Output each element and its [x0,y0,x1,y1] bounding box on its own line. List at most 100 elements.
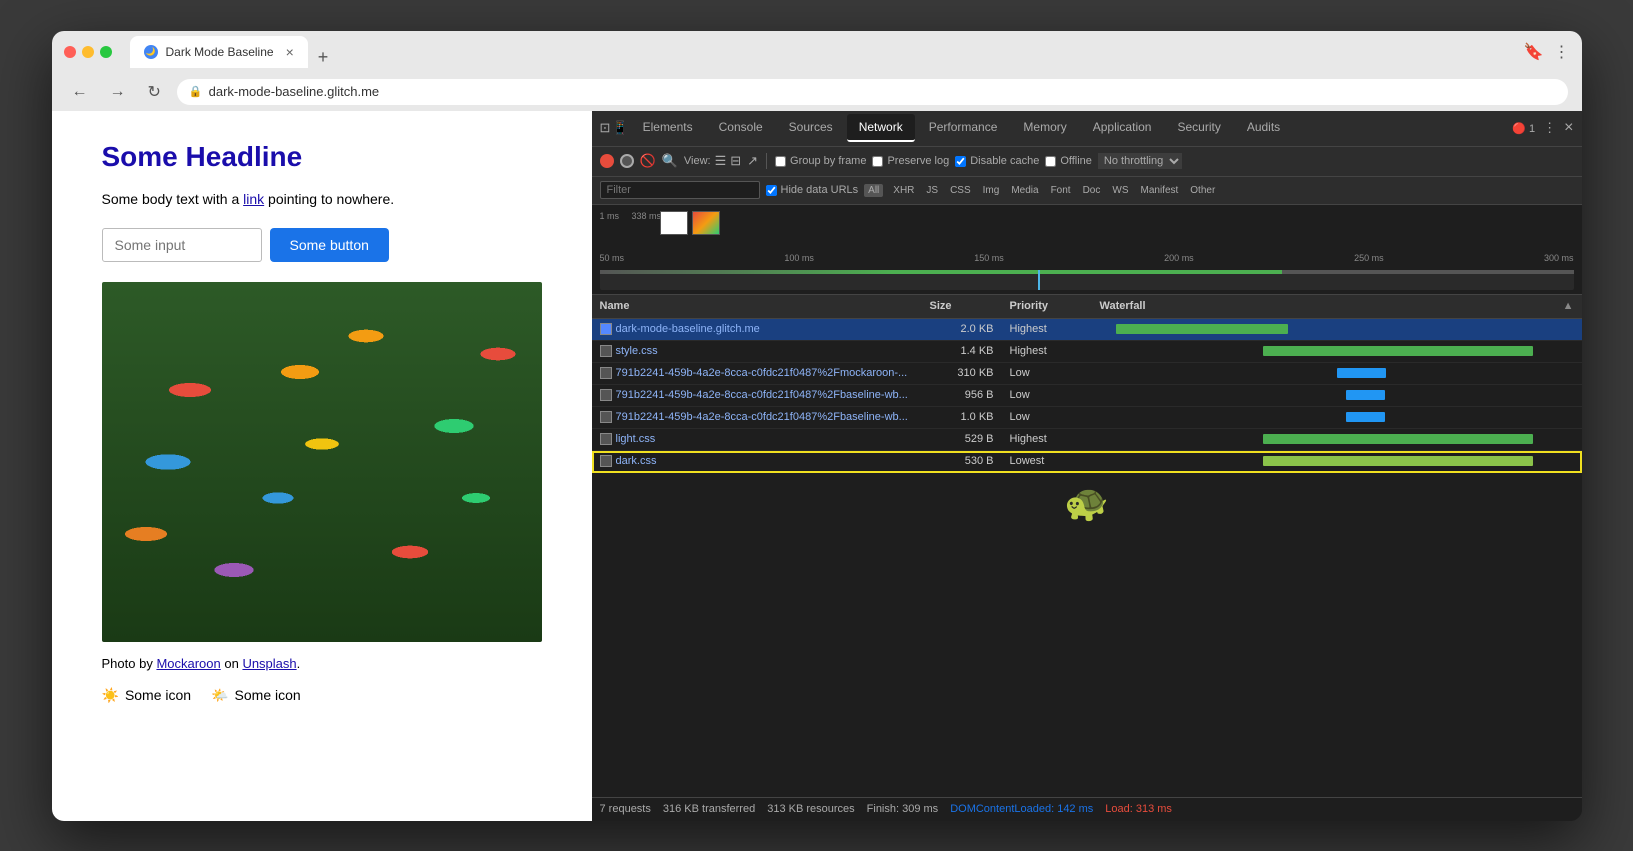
status-resources: 313 KB resources [767,803,854,815]
devtools-tab-memory[interactable]: Memory [1011,114,1078,142]
devtools-close-button[interactable]: × [1564,119,1573,137]
group-by-frame-label[interactable]: Group by frame [775,155,866,167]
status-load: Load: 313 ms [1105,803,1172,815]
page-link[interactable]: link [243,191,264,207]
filter-tag-doc[interactable]: Doc [1079,184,1105,197]
cursor-icon[interactable]: ↗ [747,153,758,169]
group-by-frame-checkbox[interactable] [775,156,786,167]
devtools-tab-network[interactable]: Network [847,114,915,142]
timeline-screenshots [600,211,720,235]
source-link[interactable]: Unsplash [242,656,296,671]
throttle-select[interactable]: No throttling [1098,153,1182,169]
close-traffic-light[interactable] [64,46,76,58]
hide-data-urls-label[interactable]: Hide data URLs [766,184,859,196]
back-button[interactable]: ← [66,81,94,103]
devtools-tab-security[interactable]: Security [1165,114,1232,142]
devtools-tab-console[interactable]: Console [707,114,775,142]
filter-tag-manifest[interactable]: Manifest [1136,184,1182,197]
devtools-tab-audits[interactable]: Audits [1235,114,1292,142]
devtools-tab-performance[interactable]: Performance [917,114,1010,142]
all-badge[interactable]: All [864,184,883,197]
filter-tag-css[interactable]: CSS [946,184,975,197]
disable-cache-label[interactable]: Disable cache [955,155,1039,167]
filter-tag-media[interactable]: Media [1007,184,1042,197]
forward-button[interactable]: → [104,81,132,103]
devtools-element-picker[interactable]: ⊡ [600,120,611,136]
table-row[interactable]: light.css529 BHighest [592,429,1582,451]
devtools-device-toggle[interactable]: 📱 [612,120,628,136]
filter-tag-other[interactable]: Other [1186,184,1219,197]
minimize-traffic-light[interactable] [82,46,94,58]
filter-input[interactable] [600,181,760,199]
devtools-tabs: ElementsConsoleSourcesNetworkPerformance… [631,114,1293,142]
offline-label[interactable]: Offline [1045,155,1092,167]
filter-icon[interactable]: 🚫 [640,153,656,169]
disable-cache-checkbox[interactable] [955,156,966,167]
col-waterfall-header[interactable]: Waterfall ▲ [1092,300,1582,312]
col-size-header[interactable]: Size [922,300,1002,312]
devtools-toolbar: ⊡ 📱 ElementsConsoleSourcesNetworkPerform… [592,111,1582,147]
col-priority-header[interactable]: Priority [1002,300,1092,312]
tab-close-button[interactable]: × [286,44,294,60]
filter-tag-img[interactable]: Img [979,184,1004,197]
row-waterfall [1092,363,1582,384]
network-header-row: Name Size Priority Waterfall ▲ [592,295,1582,319]
separator-1 [766,153,767,169]
table-row[interactable]: style.css1.4 KBHighest [592,341,1582,363]
search-icon[interactable]: 🔍 [662,153,678,169]
page-input-field[interactable] [102,228,262,262]
table-row[interactable]: 791b2241-459b-4a2e-8cca-c0fdc21f0487%2Fb… [592,385,1582,407]
devtools-more-icon[interactable]: ⋮ [1543,120,1556,136]
devtools-tab-elements[interactable]: Elements [631,114,705,142]
refresh-button[interactable]: ↻ [142,80,167,104]
author-link[interactable]: Mockaroon [156,656,220,671]
row-size: 1.4 KB [922,345,1002,357]
filter-tag-font[interactable]: Font [1047,184,1075,197]
maximize-traffic-light[interactable] [100,46,112,58]
filter-tag-js[interactable]: JS [922,184,942,197]
icon-row: ☀️ Some icon 🌤️ Some icon [102,687,542,704]
address-field[interactable]: 🔒 dark-mode-baseline.glitch.me [177,79,1568,105]
row-priority: Low [1002,389,1092,401]
timeline-mark: 100 ms [784,253,814,263]
row-name: 791b2241-459b-4a2e-8cca-c0fdc21f0487%2Fm… [592,367,922,379]
sun-icon-2: 🌤️ [211,687,228,704]
devtools-tab-sources[interactable]: Sources [777,114,845,142]
filter-tag-xhr[interactable]: XHR [889,184,918,197]
devtools-tab-application[interactable]: Application [1081,114,1164,142]
view-tree-icon[interactable]: ⊟ [730,153,741,169]
page-image [102,282,542,642]
table-row[interactable]: dark.css530 BLowest [592,451,1582,473]
filter-tag-ws[interactable]: WS [1108,184,1132,197]
table-row[interactable]: 791b2241-459b-4a2e-8cca-c0fdc21f0487%2Fm… [592,363,1582,385]
network-table[interactable]: Name Size Priority Waterfall ▲ dark-mode… [592,295,1582,797]
page-button[interactable]: Some button [270,228,389,262]
lock-icon: 🔒 [189,85,203,98]
filter-tags: XHR JS CSS ImgMedia Font DocWS Manifest Other [889,184,1219,197]
timeline-mark: 150 ms [974,253,1004,263]
new-tab-button[interactable]: + [310,47,337,68]
extension-icon[interactable]: 🔖 [1524,42,1544,62]
stop-button[interactable] [620,154,634,168]
view-list-icon[interactable]: ☰ [715,153,727,169]
row-priority: Low [1002,367,1092,379]
col-name-header[interactable]: Name [592,300,922,312]
table-row[interactable]: dark-mode-baseline.glitch.me2.0 KBHighes… [592,319,1582,341]
row-priority: Highest [1002,433,1092,445]
timeline-mark: 300 ms [1544,253,1574,263]
table-row[interactable]: 791b2241-459b-4a2e-8cca-c0fdc21f0487%2Fb… [592,407,1582,429]
offline-checkbox[interactable] [1045,156,1056,167]
preserve-log-label[interactable]: Preserve log [872,155,949,167]
timeline-mark: 250 ms [1354,253,1384,263]
preserve-log-checkbox[interactable] [872,156,883,167]
timeline-mark: 50 ms [600,253,625,263]
record-button[interactable] [600,154,614,168]
menu-icon[interactable]: ⋮ [1554,42,1570,62]
row-priority: Highest [1002,345,1092,357]
row-size: 2.0 KB [922,323,1002,335]
sun-icon-1: ☀️ [102,687,119,704]
hide-data-urls-checkbox[interactable] [766,185,777,196]
row-waterfall [1092,385,1582,406]
active-tab[interactable]: 🌙 Dark Mode Baseline × [130,36,308,68]
status-domcontent: DOMContentLoaded: 142 ms [950,803,1093,815]
